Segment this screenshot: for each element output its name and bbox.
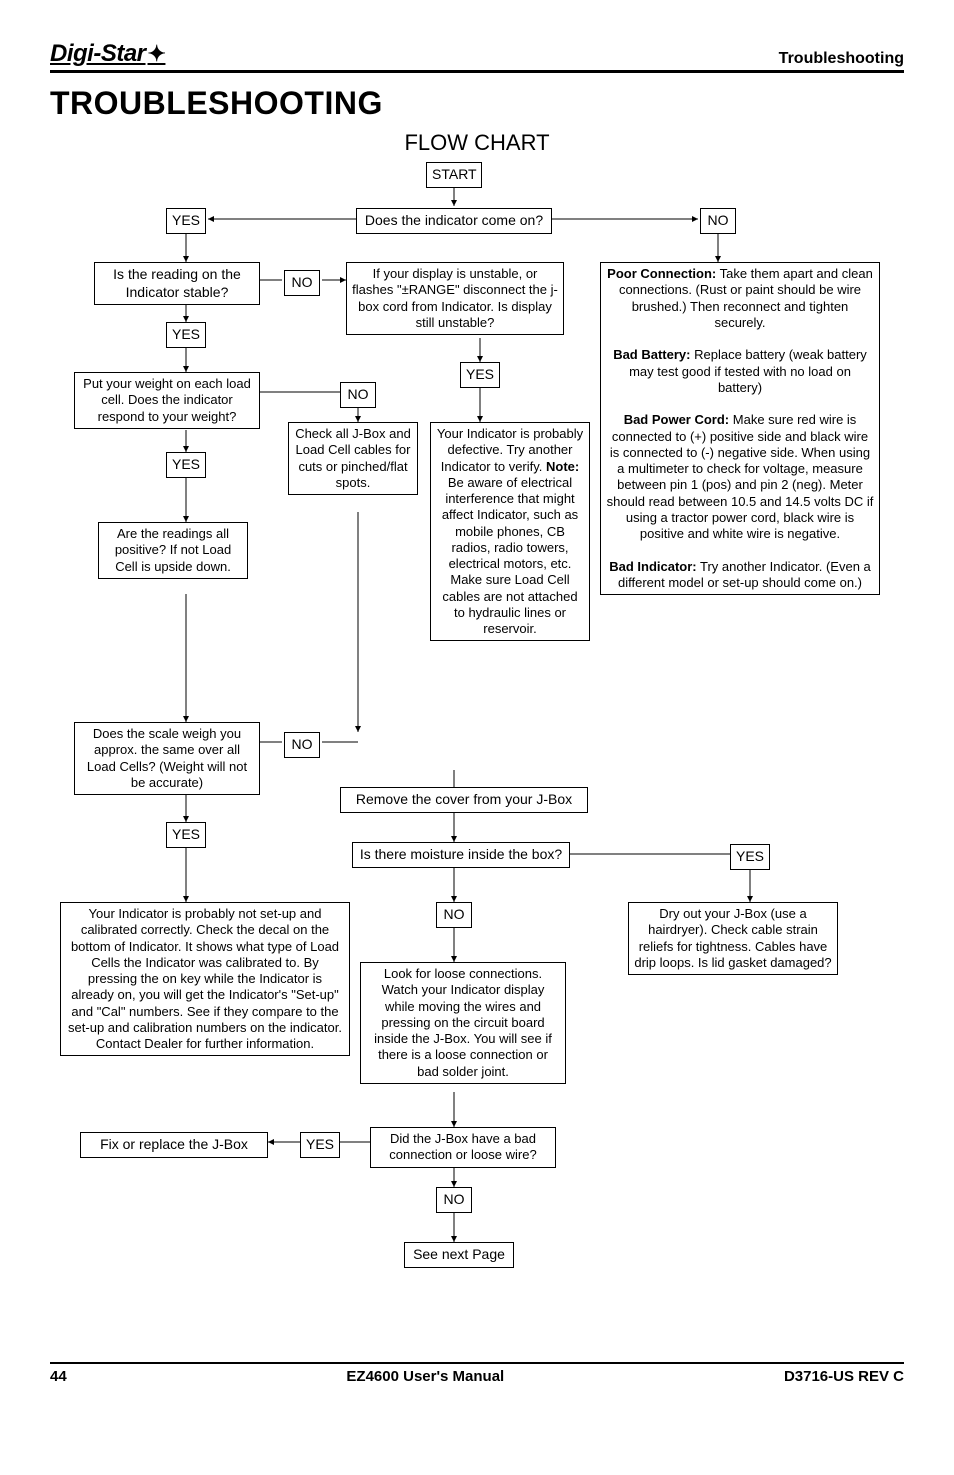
node-loose-conn: Look for loose connections. Watch your I…: [360, 962, 566, 1084]
node-yes3: YES: [460, 362, 500, 388]
node-all-positive: Are the readings all positive? If not Lo…: [98, 522, 248, 579]
star-icon: ✦: [148, 41, 166, 67]
footer: 44 EZ4600 User's Manual D3716-US REV C: [50, 1362, 904, 1385]
node-fix-jbox: Fix or replace the J-Box: [80, 1132, 268, 1158]
node-remove-cover: Remove the cover from your J-Box: [340, 787, 588, 813]
defective-note: Note:: [546, 459, 579, 474]
node-no6: NO: [436, 1187, 472, 1213]
node-yes2: YES: [166, 322, 206, 348]
footer-center: EZ4600 User's Manual: [346, 1368, 504, 1385]
node-unstable: If your display is unstable, or flashes …: [346, 262, 564, 335]
node-right-diagnostics: Poor Connection: Take them apart and cle…: [600, 262, 880, 595]
node-yes7: YES: [300, 1132, 340, 1158]
flow-chart-title: FLOW CHART: [50, 130, 904, 156]
node-no4: NO: [284, 732, 320, 758]
node-yes1: YES: [166, 208, 206, 234]
bad-cord-header: Bad Power Cord:: [624, 412, 729, 427]
header: Digi-Star ✦ Troubleshooting: [50, 40, 904, 73]
node-no5: NO: [436, 902, 472, 928]
bad-batt-header: Bad Battery:: [613, 347, 690, 362]
node-no2: NO: [284, 270, 320, 296]
node-indicator-on: Does the indicator come on?: [356, 208, 552, 234]
page-title: TROUBLESHOOTING: [50, 85, 904, 122]
node-next-page: See next Page: [404, 1242, 514, 1268]
bad-cord-body: Make sure red wire is connected to (+) p…: [607, 412, 874, 541]
node-yes4: YES: [166, 452, 206, 478]
node-yes6: YES: [730, 844, 770, 870]
node-no1: NO: [700, 208, 736, 234]
node-check-cables: Check all J-Box and Load Cell cables for…: [288, 422, 418, 495]
node-dry-jbox: Dry out your J-Box (use a hairdryer). Ch…: [628, 902, 838, 975]
defective-rest: Be aware of electrical interference that…: [442, 475, 578, 636]
node-yes5: YES: [166, 822, 206, 848]
page-number: 44: [50, 1368, 67, 1385]
poor-conn-header: Poor Connection:: [607, 266, 716, 281]
node-start: START: [426, 162, 482, 188]
flowchart-diagram: START Does the indicator come on? YES NO…: [50, 162, 904, 1362]
node-moisture: Is there moisture inside the box?: [352, 842, 570, 868]
node-defective: Your Indicator is probably defective. Tr…: [430, 422, 590, 641]
bad-ind-header: Bad Indicator:: [609, 559, 696, 574]
logo: Digi-Star ✦: [50, 40, 165, 68]
logo-text: Digi-Star: [50, 40, 146, 68]
node-put-weight: Put your weight on each load cell. Does …: [74, 372, 260, 429]
node-same-weight: Does the scale weigh you approx. the sam…: [74, 722, 260, 795]
section-label: Troubleshooting: [779, 50, 904, 68]
node-no3: NO: [340, 382, 376, 408]
node-bad-conn-q: Did the J-Box have a bad connection or l…: [370, 1127, 556, 1168]
node-reading-stable: Is the reading on the Indicator stable?: [94, 262, 260, 305]
footer-right: D3716-US REV C: [784, 1368, 904, 1385]
node-calibrate: Your Indicator is probably not set-up an…: [60, 902, 350, 1056]
